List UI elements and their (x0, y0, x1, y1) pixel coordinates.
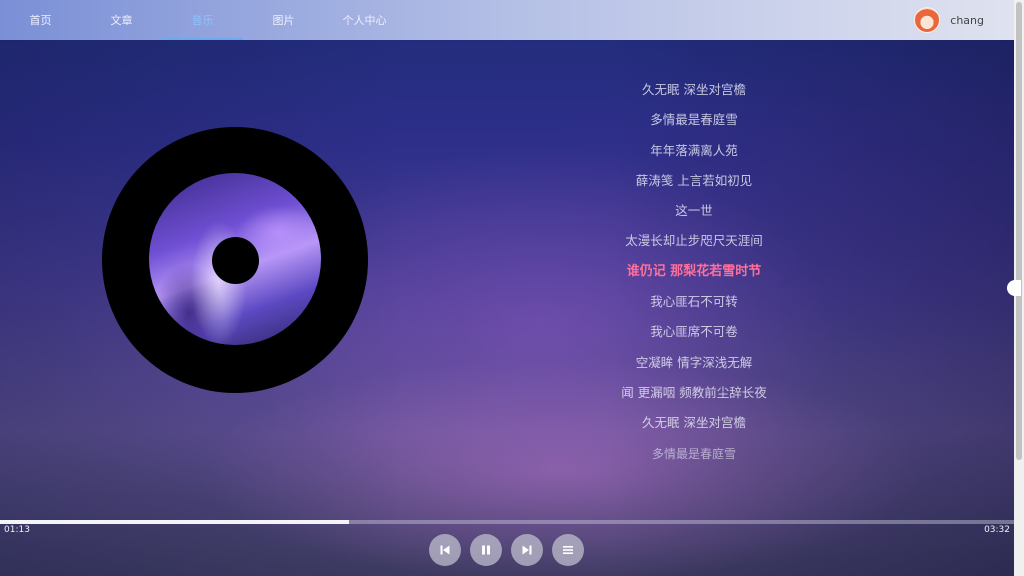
skip-back-icon (440, 545, 450, 555)
skip-forward-icon (522, 545, 532, 555)
lyric-line: 多情最是春庭雪 (650, 112, 738, 128)
playlist-button[interactable] (552, 534, 584, 566)
total-time: 03:32 (984, 525, 1010, 535)
lyric-line: 空凝眸 情字深浅无解 (635, 354, 753, 370)
lyric-line: 年年落满离人苑 (650, 142, 738, 158)
username: chang (950, 13, 984, 27)
lyric-line-current: 谁仍记 那梨花若雪时节 (626, 263, 762, 279)
nav-item-music[interactable]: 音乐 (162, 0, 243, 40)
lyric-line: 太漫长却止步咫尺天涯间 (625, 233, 763, 249)
disc-center-hole (212, 237, 259, 284)
next-button[interactable] (511, 534, 543, 566)
side-drawer-handle[interactable] (1007, 280, 1021, 296)
lyric-line: 多情最是春庭雪 (651, 446, 736, 461)
previous-button[interactable] (429, 534, 461, 566)
avatar[interactable] (914, 7, 941, 33)
playlist-icon (563, 546, 573, 554)
nav-item-articles[interactable]: 文章 (81, 0, 162, 40)
player-controls (429, 534, 584, 566)
nav-item-pictures[interactable]: 图片 (243, 0, 324, 40)
lyric-line: 久无眠 深坐对宫檐 (642, 415, 746, 431)
pause-button[interactable] (470, 534, 502, 566)
progress-fill (0, 520, 349, 524)
user-menu[interactable]: chang (914, 0, 984, 40)
lyric-line: 我心匪石不可转 (650, 294, 738, 310)
lyric-line: 久无眠 深坐对宫檐 (642, 82, 746, 97)
progress-bar[interactable] (0, 520, 1014, 524)
album-disc (102, 127, 368, 393)
nav-item-home[interactable]: 首页 (0, 0, 81, 40)
scrollbar-thumb[interactable] (1016, 2, 1022, 460)
lyric-line: 这一世 (675, 203, 713, 219)
lyrics-panel: 久无眠 深坐对宫檐 多情最是春庭雪 年年落满离人苑 薛涛笺 上言若如初见 这一世… (520, 75, 868, 469)
pause-icon (482, 545, 490, 555)
current-time: 01:13 (4, 525, 30, 535)
lyric-line: 我心匪席不可卷 (650, 324, 738, 340)
top-navigation: 首页 文章 音乐 图片 个人中心 chang (0, 0, 1014, 40)
nav-item-profile[interactable]: 个人中心 (324, 0, 405, 40)
lyric-line: 薛涛笺 上言若如初见 (635, 172, 753, 188)
lyric-line: 闻 更漏咽 频教前尘辞长夜 (621, 384, 767, 400)
